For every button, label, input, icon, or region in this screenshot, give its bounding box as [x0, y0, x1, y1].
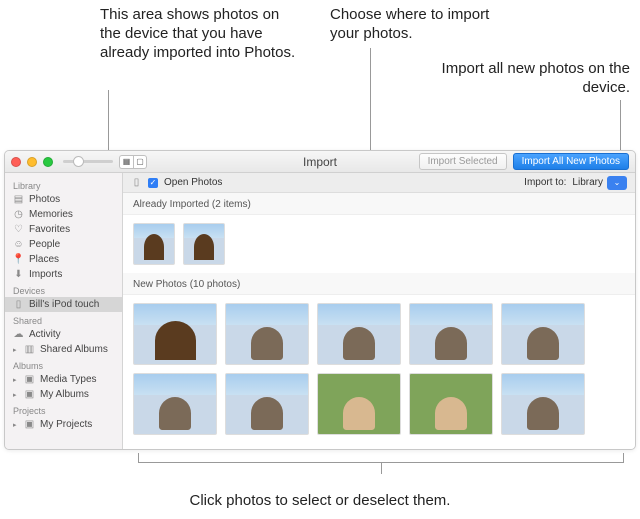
- sidebar-item-label: Photos: [29, 194, 60, 205]
- sidebar-group-header: Devices: [5, 282, 122, 297]
- photo-thumbnail[interactable]: [183, 223, 225, 265]
- sidebar-item-media-types[interactable]: ▸ ▣ Media Types: [5, 372, 122, 387]
- zoom-icon[interactable]: [43, 157, 53, 167]
- sidebar-group-header: Shared: [5, 312, 122, 327]
- disclosure-icon[interactable]: ▸: [13, 346, 19, 354]
- sidebar-item-imports[interactable]: ⬇ Imports: [5, 267, 122, 282]
- favorites-icon: ♡: [13, 224, 24, 235]
- photo-thumbnail[interactable]: [133, 303, 217, 365]
- photo-thumbnail[interactable]: [317, 303, 401, 365]
- sidebar-item-label: Memories: [29, 209, 73, 220]
- device-icon: ▯: [131, 177, 142, 188]
- sidebar-item-label: Bill's iPod touch: [29, 299, 99, 310]
- device-icon: ▯: [13, 299, 24, 310]
- photo-thumbnail[interactable]: [133, 223, 175, 265]
- sidebar-item-my-albums[interactable]: ▸ ▣ My Albums: [5, 387, 122, 402]
- close-icon[interactable]: [11, 157, 21, 167]
- places-icon: 📍: [13, 254, 24, 265]
- photos-app-window: ▦ ▢ Import Import Selected Import All Ne…: [4, 150, 636, 450]
- import-all-new-button[interactable]: Import All New Photos: [513, 153, 629, 170]
- photo-thumbnail[interactable]: [225, 303, 309, 365]
- grid-view-icon[interactable]: ▦: [119, 155, 133, 169]
- photos-icon: ▤: [13, 194, 24, 205]
- sidebar-item-label: Places: [29, 254, 59, 265]
- open-photos-checkbox[interactable]: ✓: [148, 178, 158, 188]
- memories-icon: ◷: [13, 209, 24, 220]
- photo-thumbnail[interactable]: [409, 303, 493, 365]
- square-view-icon[interactable]: ▢: [133, 155, 147, 169]
- callout-select-deselect: Click photos to select or deselect them.: [0, 492, 640, 511]
- titlebar: ▦ ▢ Import Import Selected Import All Ne…: [5, 151, 635, 173]
- new-photos-grid: [123, 295, 635, 443]
- disclosure-icon[interactable]: ▸: [13, 421, 19, 429]
- shared-albums-icon: ▥: [24, 344, 35, 355]
- sidebar-item-label: My Projects: [40, 419, 92, 430]
- sidebar-item-people[interactable]: ☺ People: [5, 237, 122, 252]
- disclosure-icon[interactable]: ▸: [13, 391, 19, 399]
- open-photos-label: Open Photos: [164, 177, 222, 188]
- sidebar-item-favorites[interactable]: ♡ Favorites: [5, 222, 122, 237]
- sidebar-item-memories[interactable]: ◷ Memories: [5, 207, 122, 222]
- sidebar-item-label: Imports: [29, 269, 62, 280]
- view-mode-segmented[interactable]: ▦ ▢: [119, 155, 147, 169]
- sidebar-item-label: People: [29, 239, 60, 250]
- import-main-area: ▯ ✓ Open Photos Import to: Library ⌄ Alr…: [123, 173, 635, 449]
- photo-thumbnail[interactable]: [501, 303, 585, 365]
- photo-thumbnail[interactable]: [409, 373, 493, 435]
- callout-already-imported: This area shows photos on the device tha…: [100, 6, 300, 62]
- sidebar-item-label: Media Types: [40, 374, 97, 385]
- disclosure-icon[interactable]: ▸: [13, 376, 19, 384]
- imports-icon: ⬇: [13, 269, 24, 280]
- sidebar-group-header: Library: [5, 177, 122, 192]
- window-controls: [11, 157, 53, 167]
- sidebar-item-device[interactable]: ▯ Bill's iPod touch: [5, 297, 122, 312]
- media-types-icon: ▣: [24, 374, 35, 385]
- sidebar-item-label: Shared Albums: [40, 344, 108, 355]
- import-to-value: Library: [572, 177, 603, 188]
- sidebar-group-header: Albums: [5, 357, 122, 372]
- photo-thumbnail[interactable]: [501, 373, 585, 435]
- my-albums-icon: ▣: [24, 389, 35, 400]
- import-options-bar: ▯ ✓ Open Photos Import to: Library ⌄: [123, 173, 635, 193]
- thumbnail-size-slider[interactable]: [63, 160, 113, 163]
- sidebar-item-places[interactable]: 📍 Places: [5, 252, 122, 267]
- sidebar-item-activity[interactable]: ☁ Activity: [5, 327, 122, 342]
- photo-thumbnail[interactable]: [317, 373, 401, 435]
- import-to-popup[interactable]: ⌄: [607, 176, 627, 190]
- activity-icon: ☁: [13, 329, 24, 340]
- sidebar-item-label: Activity: [29, 329, 61, 340]
- sidebar-item-my-projects[interactable]: ▸ ▣ My Projects: [5, 417, 122, 432]
- new-photos-header: New Photos (10 photos): [123, 273, 635, 295]
- people-icon: ☺: [13, 239, 24, 250]
- import-selected-button[interactable]: Import Selected: [419, 153, 507, 170]
- photo-thumbnail[interactable]: [225, 373, 309, 435]
- import-to-label: Import to:: [524, 177, 566, 188]
- minimize-icon[interactable]: [27, 157, 37, 167]
- photo-thumbnail[interactable]: [133, 373, 217, 435]
- callout-import-all: Import all new photos on the device.: [420, 60, 630, 98]
- sidebar-group-header: Projects: [5, 402, 122, 417]
- my-projects-icon: ▣: [24, 419, 35, 430]
- sidebar: Library ▤ Photos ◷ Memories ♡ Favorites ☺ Pe…: [5, 173, 123, 449]
- sidebar-item-shared-albums[interactable]: ▸ ▥ Shared Albums: [5, 342, 122, 357]
- sidebar-item-photos[interactable]: ▤ Photos: [5, 192, 122, 207]
- already-imported-header: Already Imported (2 items): [123, 193, 635, 215]
- already-imported-grid: [123, 215, 635, 273]
- callout-choose-where: Choose where to import your photos.: [330, 6, 510, 44]
- sidebar-item-label: Favorites: [29, 224, 70, 235]
- selection-bracket: [138, 453, 624, 463]
- sidebar-item-label: My Albums: [40, 389, 89, 400]
